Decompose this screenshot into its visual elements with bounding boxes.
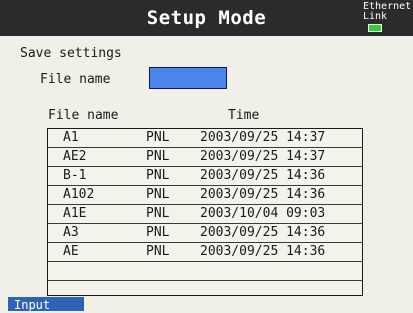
file-row-type: PNL — [146, 244, 170, 259]
file-row[interactable]: A1 PNL 2003/09/25 14:37 — [48, 129, 362, 148]
file-row-name: A1 — [63, 130, 79, 145]
file-row-time: 2003/09/25 14:36 — [200, 187, 326, 202]
file-row-empty[interactable] — [48, 262, 362, 281]
file-row-time: 2003/09/25 14:36 — [200, 225, 326, 240]
input-softkey[interactable]: Input — [8, 297, 84, 312]
file-row-type: PNL — [146, 149, 170, 164]
file-row-time: 2003/09/25 14:36 — [200, 168, 326, 183]
file-row[interactable]: B-1 PNL 2003/09/25 14:36 — [48, 167, 362, 186]
save-settings-heading: Save settings — [20, 46, 122, 61]
file-row-type: PNL — [146, 187, 170, 202]
file-row-name: AE — [63, 244, 79, 259]
file-row-type: PNL — [146, 206, 170, 221]
file-name-label: File name — [40, 72, 111, 87]
file-row[interactable]: A102 PNL 2003/09/25 14:36 — [48, 186, 362, 205]
column-header-file-name: File name — [48, 108, 119, 123]
file-row-name: AE2 — [63, 149, 87, 164]
file-row-time: 2003/09/25 14:37 — [200, 130, 326, 145]
file-row-type: PNL — [146, 168, 170, 183]
link-indicator-icon — [368, 24, 382, 32]
file-row-name: B-1 — [63, 168, 87, 183]
ethernet-status: Ethernet Link — [363, 2, 411, 22]
file-row-name: A1E — [63, 206, 87, 221]
column-header-time: Time — [228, 108, 260, 123]
screen-title: Setup Mode — [146, 7, 267, 29]
link-label: Link — [363, 11, 388, 22]
file-row[interactable]: A3 PNL 2003/09/25 14:36 — [48, 224, 362, 243]
file-row[interactable]: AE PNL 2003/09/25 14:36 — [48, 243, 362, 262]
file-name-input[interactable] — [149, 67, 227, 89]
file-row-name: A3 — [63, 225, 79, 240]
file-row-name: A102 — [63, 187, 95, 202]
file-row[interactable]: A1E PNL 2003/10/04 09:03 — [48, 205, 362, 224]
file-row-time: 2003/09/25 14:36 — [200, 244, 326, 259]
file-list[interactable]: A1 PNL 2003/09/25 14:37 AE2 PNL 2003/09/… — [47, 128, 363, 296]
file-row-time: 2003/09/25 14:37 — [200, 149, 326, 164]
file-row-type: PNL — [146, 225, 170, 240]
file-row[interactable]: AE2 PNL 2003/09/25 14:37 — [48, 148, 362, 167]
title-bar: Setup Mode Ethernet Link — [0, 0, 413, 36]
file-row-time: 2003/10/04 09:03 — [200, 206, 326, 221]
file-row-type: PNL — [146, 130, 170, 145]
